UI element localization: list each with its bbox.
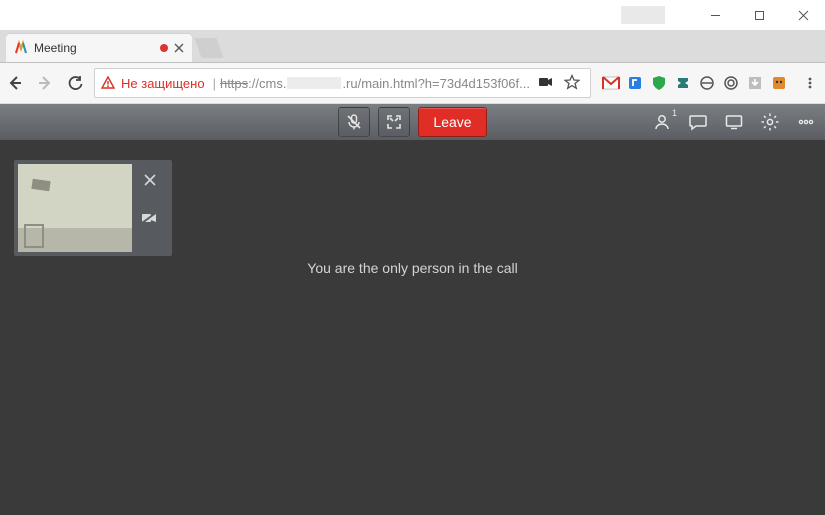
new-tab-button[interactable] [194, 38, 223, 58]
extension-teal-icon[interactable] [671, 71, 695, 95]
url-redacted [287, 77, 341, 89]
self-view-camera-off-icon[interactable] [140, 208, 160, 228]
meeting-toolbar: Leave 1 [0, 104, 825, 140]
omnibox[interactable]: Не защищено | https ://cms. .ru/main.htm… [94, 68, 591, 98]
more-button[interactable] [795, 111, 817, 133]
mute-mic-button[interactable] [338, 107, 370, 137]
separator: | [213, 76, 216, 91]
reload-button[interactable] [60, 68, 90, 98]
extension-blue-icon[interactable] [623, 71, 647, 95]
leave-button[interactable]: Leave [418, 107, 486, 137]
forward-button[interactable] [30, 68, 60, 98]
insecure-icon [101, 76, 115, 90]
chat-button[interactable] [687, 111, 709, 133]
url-pre: ://cms. [248, 76, 286, 91]
window-minimize-button[interactable] [693, 0, 737, 30]
participants-badge: 1 [672, 108, 677, 118]
self-view-tile[interactable] [14, 160, 172, 256]
address-bar: Не защищено | https ://cms. .ru/main.htm… [0, 63, 825, 104]
camera-indicator-icon[interactable] [532, 75, 560, 92]
tab-strip: Meeting [0, 30, 825, 63]
meeting-body: You are the only person in the call [0, 140, 825, 515]
url-post: .ru/main.html?h=73d4d153f06f... [342, 76, 530, 91]
extension-download-icon[interactable] [743, 71, 767, 95]
browser-menu-button[interactable] [795, 68, 825, 98]
extension-shield-icon[interactable] [647, 71, 671, 95]
extension-gmail-icon[interactable] [599, 71, 623, 95]
settings-button[interactable] [759, 111, 781, 133]
fullscreen-button[interactable] [378, 107, 410, 137]
screen-share-button[interactable] [723, 111, 745, 133]
extension-circle-c-icon[interactable] [719, 71, 743, 95]
status-text: You are the only person in the call [0, 260, 825, 276]
tab-title: Meeting [34, 41, 77, 55]
extension-icons [595, 71, 795, 95]
extension-circle-line-icon[interactable] [695, 71, 719, 95]
participants-button[interactable]: 1 [651, 111, 673, 133]
leave-button-label: Leave [433, 114, 471, 130]
tab-favicon-icon [14, 40, 30, 56]
title-placeholder [621, 6, 665, 24]
window-titlebar [0, 0, 825, 30]
self-view-thumbnail [18, 164, 132, 252]
url-protocol: https [220, 76, 248, 91]
bookmark-star-icon[interactable] [560, 74, 584, 93]
security-label: Не защищено [121, 76, 205, 91]
window-maximize-button[interactable] [737, 0, 781, 30]
tab-close-button[interactable] [172, 41, 186, 55]
window-close-button[interactable] [781, 0, 825, 30]
browser-tab[interactable]: Meeting [6, 34, 192, 62]
self-view-close-button[interactable] [140, 170, 160, 190]
extension-orange-icon[interactable] [767, 71, 791, 95]
recording-indicator-icon [160, 44, 168, 52]
meeting-content: Leave 1 [0, 104, 825, 515]
back-button[interactable] [0, 68, 30, 98]
